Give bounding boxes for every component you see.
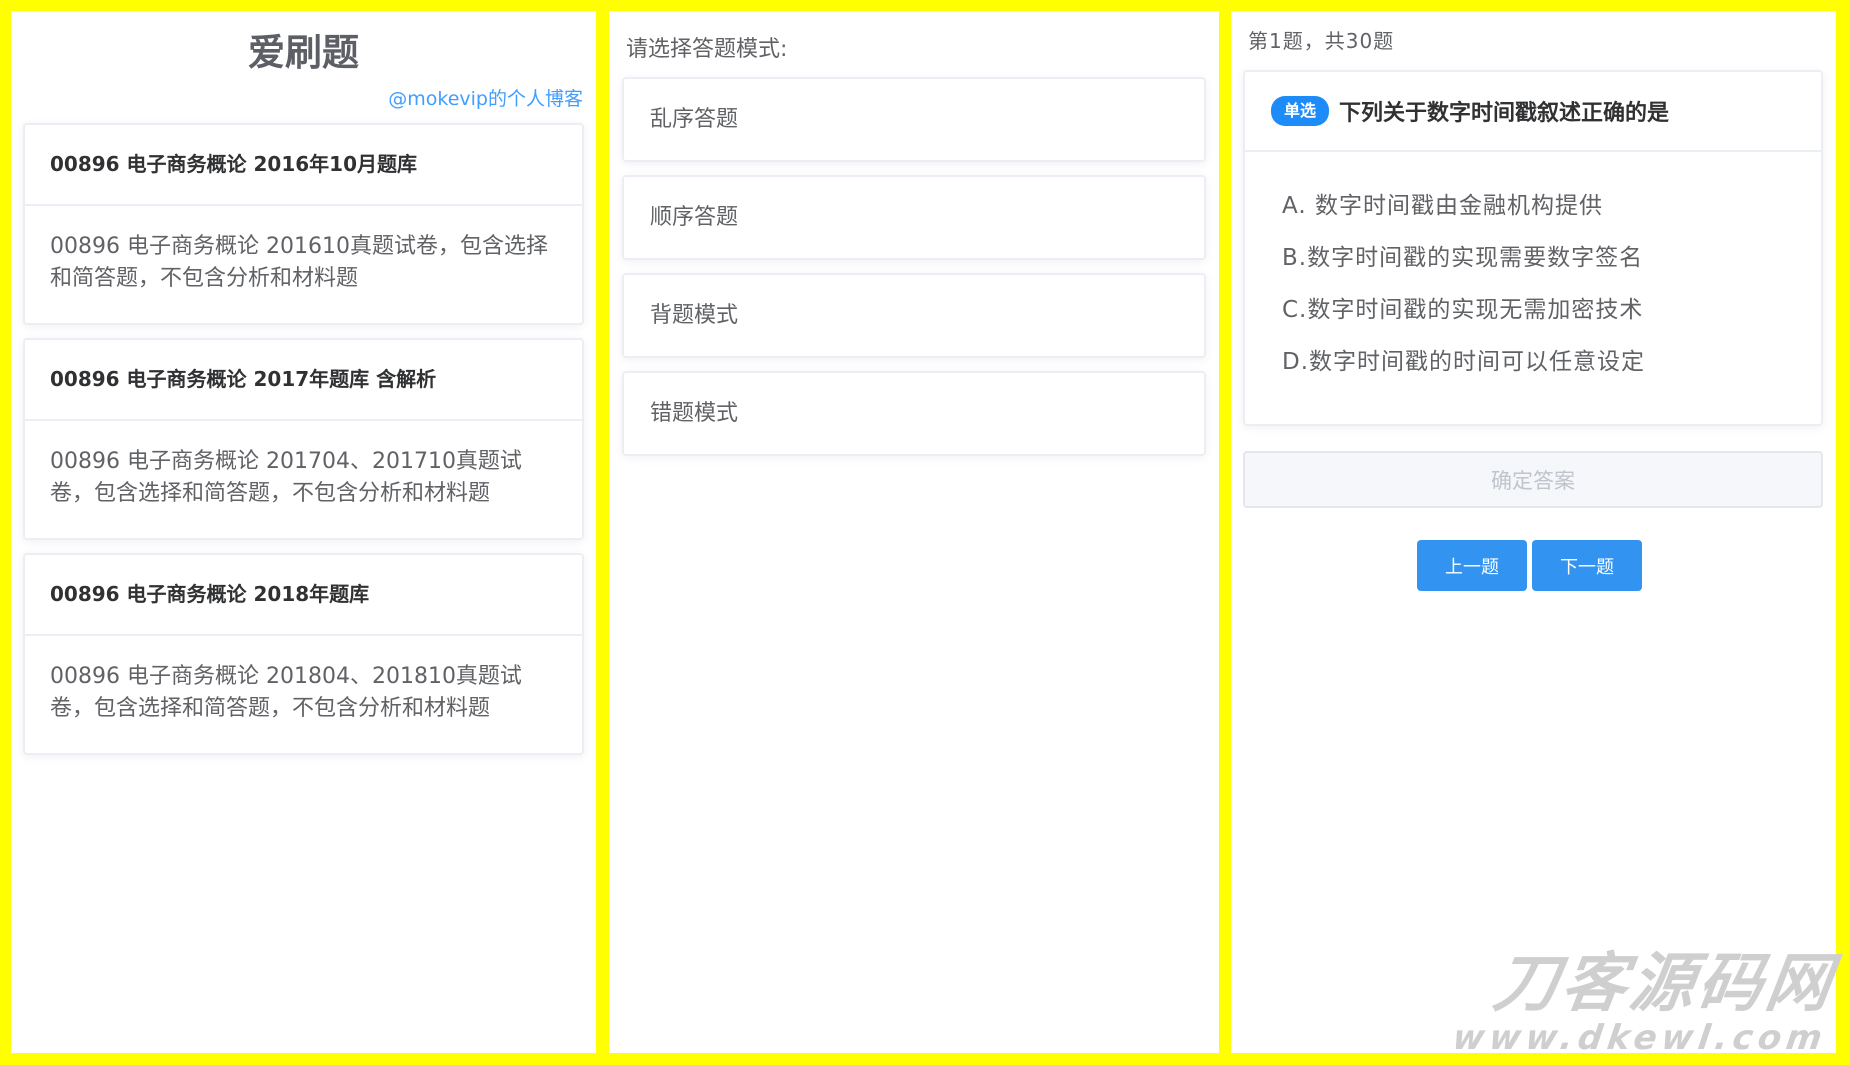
option-d[interactable]: D.数字时间戳的时间可以任意设定 xyxy=(1245,336,1821,388)
mode-recite-button[interactable]: 背题模式 xyxy=(622,273,1206,358)
option-b[interactable]: B.数字时间戳的实现需要数字签名 xyxy=(1245,232,1821,284)
mode-select-label: 请选择答题模式: xyxy=(626,37,788,62)
bank-card-description: 00896 电子商务概论 201610真题试卷，包含选择和简答题，不包含分析和材… xyxy=(50,234,548,291)
prev-question-button[interactable]: 上一题 xyxy=(1417,540,1527,591)
question-title: 下列关于数字时间戳叙述正确的是 xyxy=(1339,101,1670,126)
bank-card-title: 00896 电子商务概论 2018年题库 xyxy=(25,555,582,636)
quiz-panel: 第1题，共30题 单选 下列关于数字时间戳叙述正确的是 A. 数字时间戳由金融机… xyxy=(1231,11,1836,1053)
bank-list: 00896 电子商务概论 2016年10月题库 00896 电子商务概论 201… xyxy=(11,123,596,755)
bank-card-2017[interactable]: 00896 电子商务概论 2017年题库 含解析 00896 电子商务概论 20… xyxy=(23,338,584,540)
question-bank-panel: 爱刷题 @mokevip的个人博客 00896 电子商务概论 2016年10月题… xyxy=(11,11,596,1053)
watermark-url: www.dkewl.com xyxy=(1450,1018,1830,1058)
mode-list: 乱序答题 顺序答题 背题模式 错题模式 xyxy=(609,77,1219,456)
blog-link[interactable]: @mokevip的个人博客 xyxy=(11,87,596,111)
confirm-answer-button[interactable]: 确定答案 xyxy=(1243,451,1823,508)
bank-card-description: 00896 电子商务概论 201704、201710真题试卷，包含选择和简答题，… xyxy=(50,449,522,506)
bank-card-2018[interactable]: 00896 电子商务概论 2018年题库 00896 电子商务概论 201804… xyxy=(23,553,584,755)
next-question-button[interactable]: 下一题 xyxy=(1532,540,1642,591)
mode-sequential-button[interactable]: 顺序答题 xyxy=(622,175,1206,260)
option-list: A. 数字时间戳由金融机构提供 B.数字时间戳的实现需要数字签名 C.数字时间戳… xyxy=(1245,152,1821,424)
watermark-text: 刀客源码网 xyxy=(1489,947,1840,1021)
bank-card-2016[interactable]: 00896 电子商务概论 2016年10月题库 00896 电子商务概论 201… xyxy=(23,123,584,325)
app-title: 爱刷题 xyxy=(248,31,359,74)
mode-select-panel: 请选择答题模式: 乱序答题 顺序答题 背题模式 错题模式 xyxy=(609,11,1219,1053)
option-c[interactable]: C.数字时间戳的实现无需加密技术 xyxy=(1245,284,1821,336)
option-a[interactable]: A. 数字时间戳由金融机构提供 xyxy=(1245,180,1821,232)
question-progress: 第1题，共30题 xyxy=(1248,29,1395,53)
mode-wrong-button[interactable]: 错题模式 xyxy=(622,371,1206,456)
question-header: 单选 下列关于数字时间戳叙述正确的是 xyxy=(1245,72,1821,152)
question-card: 单选 下列关于数字时间戳叙述正确的是 A. 数字时间戳由金融机构提供 B.数字时… xyxy=(1243,70,1823,426)
mode-random-button[interactable]: 乱序答题 xyxy=(622,77,1206,162)
question-type-badge: 单选 xyxy=(1271,96,1330,126)
question-nav: 上一题 下一题 xyxy=(1231,540,1836,591)
bank-card-description: 00896 电子商务概论 201804、201810真题试卷，包含选择和简答题，… xyxy=(50,664,522,721)
bank-card-title: 00896 电子商务概论 2017年题库 含解析 xyxy=(25,340,582,421)
bank-card-title: 00896 电子商务概论 2016年10月题库 xyxy=(25,125,582,206)
watermark: 刀客源码网 www.dkewl.com xyxy=(1450,947,1840,1058)
